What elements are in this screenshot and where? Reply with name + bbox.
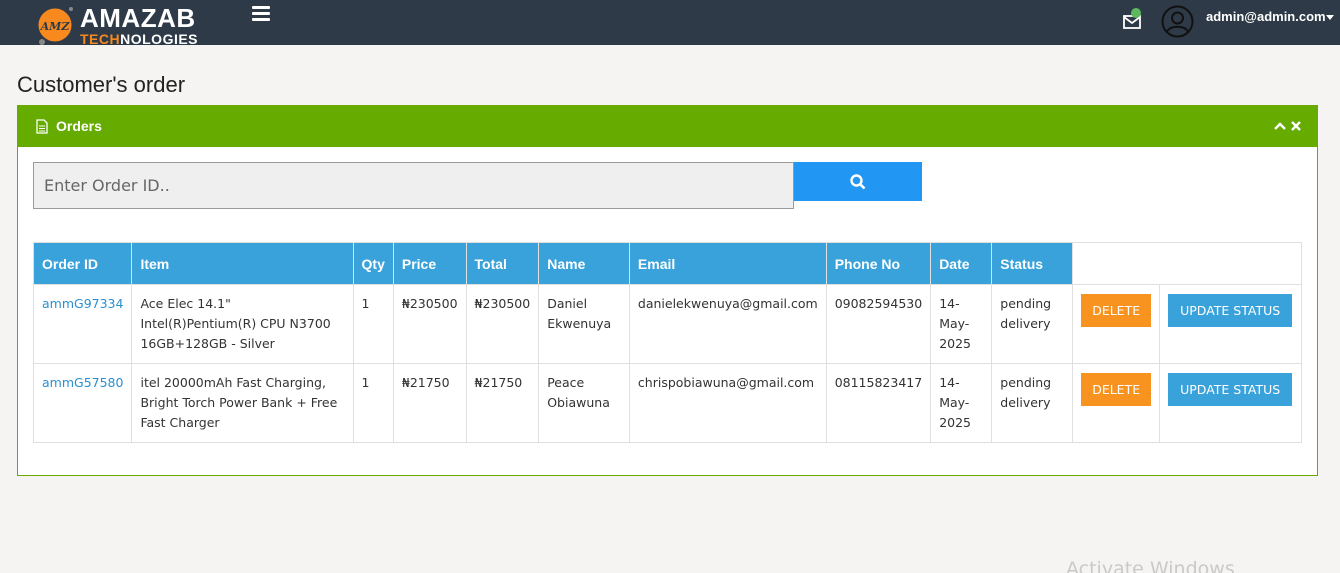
update-status-button[interactable]: UPDATE STATUS	[1168, 373, 1293, 406]
column-header[interactable]: Item	[131, 242, 354, 285]
qty-cell: 1	[352, 363, 394, 443]
page-title: Customer's order	[17, 72, 186, 97]
column-header[interactable]: Name	[538, 242, 630, 285]
column-header[interactable]: Status	[991, 242, 1074, 285]
date-cell: 14-May-2025	[930, 363, 993, 443]
name-cell: Daniel Ekwenuya	[538, 284, 630, 364]
email-cell: chrispobiawuna@gmail.com	[628, 363, 827, 443]
order-id-search-input[interactable]	[33, 162, 794, 209]
column-header[interactable]: Order ID	[32, 242, 133, 285]
order-id-link[interactable]: ammG57580	[42, 375, 123, 390]
delete-cell: DELETE	[1072, 284, 1161, 364]
orders-panel: Orders Order ID Item Qty Price Tota	[17, 105, 1318, 476]
notification-dot	[1131, 8, 1141, 18]
price-cell: ₦230500	[392, 284, 467, 364]
column-header[interactable]: Price	[392, 242, 467, 285]
close-icon[interactable]	[1290, 120, 1302, 132]
date-cell: 14-May-2025	[930, 284, 993, 364]
order-id-link[interactable]: ammG97334	[42, 296, 123, 311]
brand-subname: TECHNOLOGIES	[80, 31, 198, 47]
column-header[interactable]: Date	[930, 242, 993, 285]
name-cell: Peace Obiawuna	[538, 363, 630, 443]
table-row: ammG57580 itel 20000mAh Fast Charging, B…	[32, 363, 1302, 443]
phone-cell: 09082594530	[825, 284, 932, 364]
user-email[interactable]: admin@admin.com	[1206, 9, 1326, 24]
order-id-cell: ammG57580	[32, 363, 133, 443]
caret-down-icon[interactable]	[1326, 15, 1334, 20]
table-header-row: Order ID Item Qty Price Total Name Email…	[32, 242, 1302, 285]
brand-subname-white: NOLOGIES	[120, 31, 199, 47]
column-header[interactable]: Total	[465, 242, 540, 285]
brand-logo[interactable]: AMZ AMAZAB TECHNOLOGIES	[30, 0, 210, 56]
status-cell: pending delivery	[991, 363, 1074, 443]
activate-windows-watermark: Activate Windows	[1066, 558, 1235, 573]
panel-header: Orders	[18, 106, 1317, 147]
total-cell: ₦230500	[465, 284, 540, 364]
price-cell: ₦21750	[392, 363, 467, 443]
qty-cell: 1	[352, 284, 394, 364]
panel-title: Orders	[56, 118, 102, 134]
status-cell: pending delivery	[991, 284, 1074, 364]
actions-header	[1072, 242, 1302, 285]
delete-button[interactable]: DELETE	[1081, 373, 1152, 406]
top-navbar: AMZ AMAZAB TECHNOLOGIES admin@admin.com	[0, 0, 1340, 47]
search-button[interactable]	[794, 162, 922, 201]
brand-name: AMAZAB	[80, 3, 196, 33]
order-id-cell: ammG97334	[32, 284, 133, 364]
delete-button[interactable]: DELETE	[1081, 294, 1152, 327]
column-header[interactable]: Email	[628, 242, 827, 285]
update-status-button[interactable]: UPDATE STATUS	[1168, 294, 1293, 327]
brand-subname-orange: TECH	[80, 31, 121, 47]
column-header[interactable]: Phone No	[825, 242, 932, 285]
delete-cell: DELETE	[1072, 363, 1161, 443]
svg-text:AMZ: AMZ	[40, 20, 71, 33]
column-header[interactable]: Qty	[352, 242, 394, 285]
search-icon	[850, 174, 866, 190]
update-cell: UPDATE STATUS	[1159, 284, 1302, 364]
orders-table: Order ID Item Qty Price Total Name Email…	[32, 242, 1302, 443]
table-row: ammG97334 Ace Elec 14.1" Intel(R)Pentium…	[32, 284, 1302, 364]
user-avatar-icon[interactable]	[1161, 5, 1194, 38]
item-cell: Ace Elec 14.1" Intel(R)Pentium(R) CPU N3…	[131, 284, 354, 364]
email-cell: danielekwenuya@gmail.com	[628, 284, 827, 364]
document-icon	[36, 119, 48, 134]
update-cell: UPDATE STATUS	[1159, 363, 1302, 443]
chevron-up-icon[interactable]	[1274, 121, 1286, 131]
menu-toggle-icon[interactable]	[252, 6, 270, 22]
item-cell: itel 20000mAh Fast Charging, Bright Torc…	[131, 363, 354, 443]
logo-badge-icon: AMZ	[37, 7, 73, 45]
total-cell: ₦21750	[465, 363, 540, 443]
phone-cell: 08115823417	[825, 363, 932, 443]
